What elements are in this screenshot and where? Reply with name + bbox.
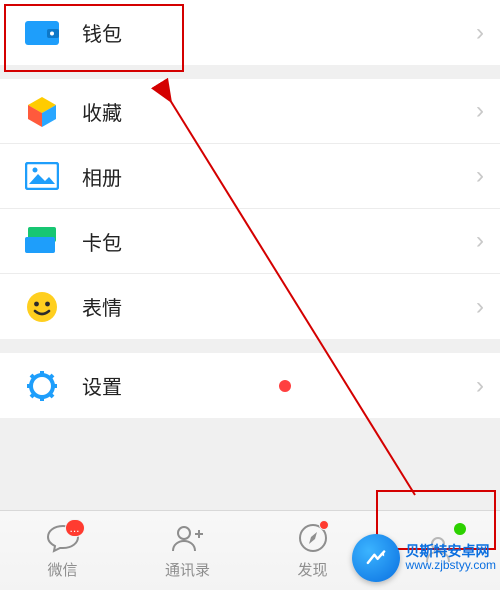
menu-item-album[interactable]: 相册 ›: [0, 144, 500, 209]
tab-me[interactable]: [375, 511, 500, 590]
menu-item-cards[interactable]: 卡包 ›: [0, 209, 500, 274]
tab-badge-dot: [319, 520, 329, 530]
menu-label: 设置: [82, 371, 267, 400]
tab-discover[interactable]: 发现: [250, 511, 375, 590]
chevron-right-icon: ›: [476, 293, 484, 321]
chevron-right-icon: ›: [476, 97, 484, 125]
tab-badge: ...: [65, 519, 85, 537]
section-wallet: 钱包 ›: [0, 0, 500, 65]
section-gap: [0, 65, 500, 79]
chevron-right-icon: ›: [476, 227, 484, 255]
menu-label: 卡包: [82, 227, 476, 256]
tab-label: 微信: [47, 559, 77, 580]
tab-contacts[interactable]: 通讯录: [125, 511, 250, 590]
green-dot-badge: [454, 523, 466, 535]
red-dot-badge: [279, 380, 291, 392]
menu-item-wallet[interactable]: 钱包 ›: [0, 0, 500, 65]
menu-item-favorites[interactable]: 收藏 ›: [0, 79, 500, 144]
tab-chats[interactable]: ... 微信: [0, 511, 125, 590]
tab-bar: ... 微信 通讯录 发现: [0, 510, 500, 590]
menu-label: 收藏: [82, 97, 476, 126]
menu-label: 钱包: [82, 18, 476, 47]
gear-icon: [22, 366, 62, 406]
chevron-right-icon: ›: [476, 162, 484, 190]
section-settings: 设置 ›: [0, 353, 500, 418]
person-icon: [168, 521, 208, 555]
compass-icon: [293, 521, 333, 555]
tab-label: 通讯录: [165, 559, 210, 580]
chevron-right-icon: ›: [476, 19, 484, 47]
tab-label: 发现: [297, 559, 327, 580]
photo-icon: [22, 156, 62, 196]
menu-item-stickers[interactable]: 表情 ›: [0, 274, 500, 339]
menu-label: 表情: [82, 292, 476, 321]
menu-item-settings[interactable]: 设置 ›: [0, 353, 500, 418]
chevron-right-icon: ›: [476, 372, 484, 400]
cards-icon: [22, 221, 62, 261]
wallet-icon: [22, 13, 62, 53]
cube-icon: [22, 91, 62, 131]
emoji-icon: [22, 287, 62, 327]
me-icon: [418, 532, 458, 566]
section-gap: [0, 339, 500, 353]
chat-bubble-icon: ...: [43, 521, 83, 555]
section-main: 收藏 › 相册 › 卡包 ›: [0, 79, 500, 339]
menu-label: 相册: [82, 162, 476, 191]
